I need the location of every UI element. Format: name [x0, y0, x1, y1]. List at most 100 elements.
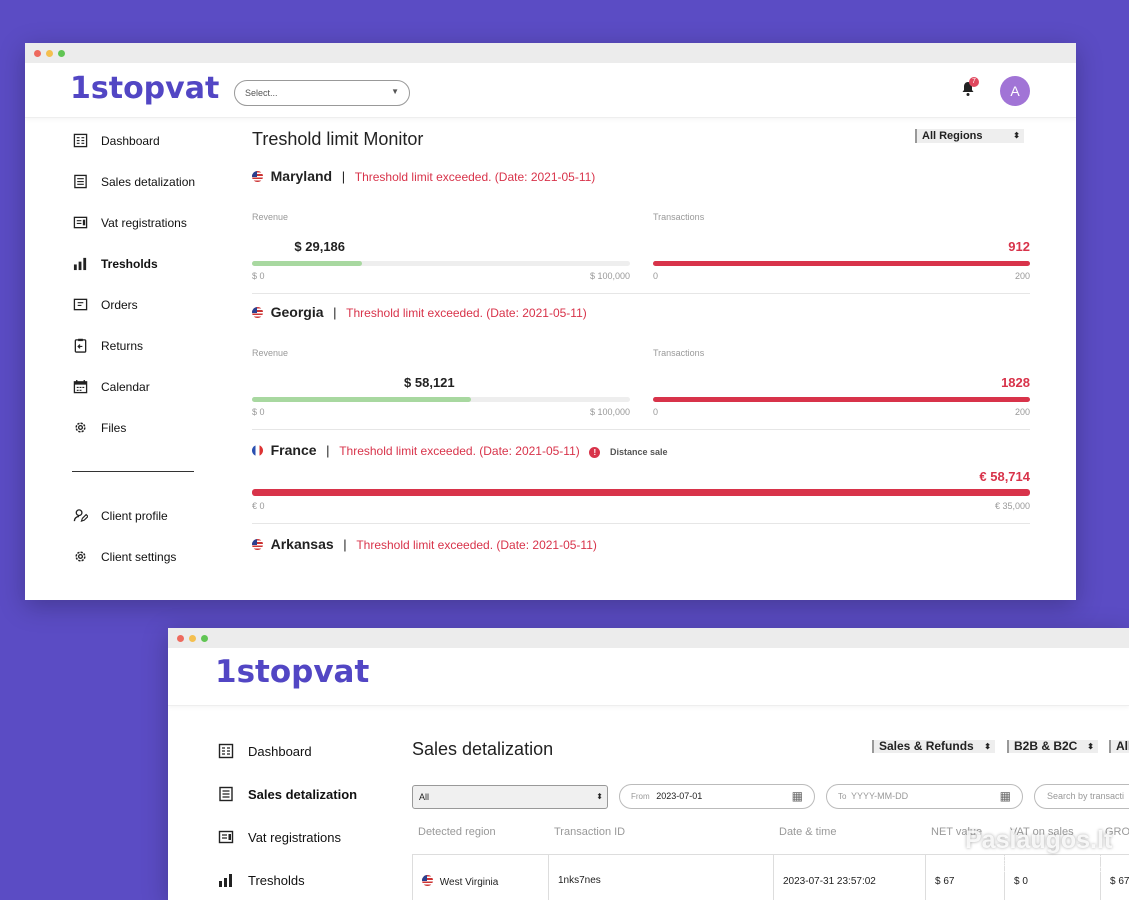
- sidebar-item-label: Dashboard: [101, 133, 160, 148]
- filter-label: Sales & Refunds: [879, 739, 974, 753]
- cell-divider: [773, 855, 774, 900]
- filter-all[interactable]: All: [1109, 740, 1129, 753]
- from-label: From: [631, 792, 650, 801]
- from-date-field[interactable]: From 2023-07-01 ▦: [619, 784, 815, 809]
- col-transaction-id[interactable]: Transaction ID: [554, 826, 625, 838]
- calendar-icon: ▦: [791, 789, 803, 803]
- updown-icon: ⬍: [1087, 742, 1094, 751]
- returns-icon: [73, 338, 101, 353]
- status-text: Threshold limit exceeded. (Date: 2021-05…: [346, 306, 587, 320]
- logo[interactable]: 1stopvat: [215, 654, 369, 690]
- cell-divider: [925, 855, 926, 900]
- sidebar-item-calendar[interactable]: Calendar: [73, 379, 150, 394]
- search-placeholder: Search by transacti: [1047, 791, 1125, 801]
- gear-icon: [73, 420, 101, 435]
- sidebar-item-files[interactable]: Files: [73, 420, 126, 435]
- row-datetime: 2023-07-31 23:57:02: [783, 876, 876, 887]
- window-titlebar: [25, 43, 1076, 63]
- filter-label: B2B & B2C: [1014, 739, 1078, 753]
- region-select[interactable]: All Regions ⬍: [915, 129, 1024, 143]
- divider: |: [326, 443, 330, 458]
- chevron-down-icon: ▼: [391, 87, 399, 96]
- sidebar-item-dashboard[interactable]: Dashboard: [73, 133, 160, 148]
- sidebar-item-vat-registrations[interactable]: Vat registrations: [218, 829, 341, 845]
- divider: |: [343, 537, 347, 552]
- updown-icon: ⬍: [596, 792, 603, 801]
- status-text: Threshold limit exceeded. (Date: 2021-05…: [356, 538, 597, 552]
- row-cell-region: West Virginia: [422, 875, 498, 888]
- sales-icon: [73, 174, 101, 189]
- sidebar-item-client-settings[interactable]: Client settings: [73, 549, 176, 564]
- revenue-bar-fill: [252, 397, 472, 402]
- type-select[interactable]: All ⬍: [412, 785, 608, 809]
- region-name: Arkansas: [270, 536, 334, 552]
- sidebar-item-vat-registrations[interactable]: Vat registrations: [73, 215, 187, 230]
- us-flag-icon: [252, 539, 263, 550]
- region-row: Georgia | Threshold limit exceeded. (Dat…: [252, 304, 587, 320]
- us-flag-icon: [252, 307, 263, 318]
- updown-icon: ⬍: [984, 742, 991, 751]
- alert-icon: !: [589, 447, 601, 458]
- separator: [252, 293, 1030, 294]
- region-select-value: All Regions: [922, 130, 983, 142]
- select-placeholder: Select...: [245, 88, 278, 98]
- revenue-bar: [252, 397, 630, 402]
- filter-sales-refunds[interactable]: Sales & Refunds ⬍: [872, 740, 995, 753]
- status-text: Threshold limit exceeded. (Date: 2021-05…: [354, 170, 596, 184]
- to-placeholder: YYYY-MM-DD: [850, 791, 909, 801]
- minimize-dot[interactable]: [46, 50, 53, 57]
- close-dot[interactable]: [177, 635, 184, 642]
- revenue-value: $ 29,186: [294, 239, 346, 254]
- separator: [252, 429, 1030, 430]
- select-dropdown[interactable]: Select... ▼: [234, 80, 410, 106]
- separator: [252, 523, 1030, 524]
- orders-icon: [73, 297, 101, 312]
- user-edit-icon: [73, 508, 101, 523]
- sidebar-item-tresholds[interactable]: Tresholds: [218, 872, 305, 888]
- bar-chart-icon: [73, 256, 101, 271]
- transactions-max: 200: [1014, 271, 1030, 281]
- search-input[interactable]: Search by transacti: [1034, 784, 1129, 809]
- sidebar-item-orders[interactable]: Orders: [73, 297, 138, 312]
- sales-icon: [218, 786, 248, 802]
- col-region[interactable]: Detected region: [418, 826, 496, 838]
- sidebar-item-client-profile[interactable]: Client profile: [73, 508, 168, 523]
- logo[interactable]: 1stopvat: [70, 71, 219, 106]
- sidebar-item-sales-detalization[interactable]: Sales detalization: [218, 786, 357, 802]
- sidebar-item-dashboard[interactable]: Dashboard: [218, 743, 312, 759]
- transactions-value: 912: [1008, 239, 1030, 254]
- sidebar-item-returns[interactable]: Returns: [73, 338, 143, 353]
- watermark-main: Paslaugos.lt: [965, 826, 1113, 854]
- sidebar-item-label: Orders: [101, 297, 138, 312]
- filter-label: All: [1116, 740, 1129, 753]
- distance-sale-badge: Distance sale: [610, 447, 668, 457]
- updown-icon: ⬍: [1013, 131, 1020, 140]
- to-label: To: [838, 792, 847, 801]
- sidebar-item-label: Sales detalization: [248, 786, 358, 802]
- col-datetime[interactable]: Date & time: [779, 826, 836, 838]
- close-dot[interactable]: [34, 50, 41, 57]
- region-name: Georgia: [270, 304, 324, 320]
- sidebar-item-label: Sales detalization: [101, 174, 196, 189]
- sidebar-item-label: Tresholds: [248, 872, 305, 888]
- sidebar-item-label: Client profile: [101, 508, 168, 523]
- from-value: 2023-07-01: [656, 791, 703, 801]
- filter-b2b-b2c[interactable]: B2B & B2C ⬍: [1007, 740, 1098, 753]
- registrations-icon: [218, 829, 248, 845]
- page-title: Treshold limit Monitor: [252, 129, 424, 149]
- minimize-dot[interactable]: [189, 635, 196, 642]
- to-date-field[interactable]: To YYYY-MM-DD ▦: [826, 784, 1023, 809]
- arkansas-row: Arkansas | Threshold limit exceeded. (Da…: [252, 536, 597, 552]
- row-region: West Virginia: [439, 877, 499, 888]
- notification-button[interactable]: 7: [961, 77, 979, 99]
- status-text: Threshold limit exceeded. (Date: 2021-05…: [339, 444, 580, 458]
- france-value: € 58,714: [979, 469, 1030, 484]
- transactions-bar: [653, 261, 1030, 266]
- maximize-dot[interactable]: [58, 50, 65, 57]
- maximize-dot[interactable]: [201, 635, 208, 642]
- sidebar-item-tresholds[interactable]: Tresholds: [73, 256, 158, 271]
- revenue-bar-fill: [252, 261, 362, 266]
- us-flag-icon: [422, 875, 433, 886]
- sidebar-item-sales-detalization[interactable]: Sales detalization: [73, 174, 195, 189]
- avatar[interactable]: A: [1000, 76, 1030, 106]
